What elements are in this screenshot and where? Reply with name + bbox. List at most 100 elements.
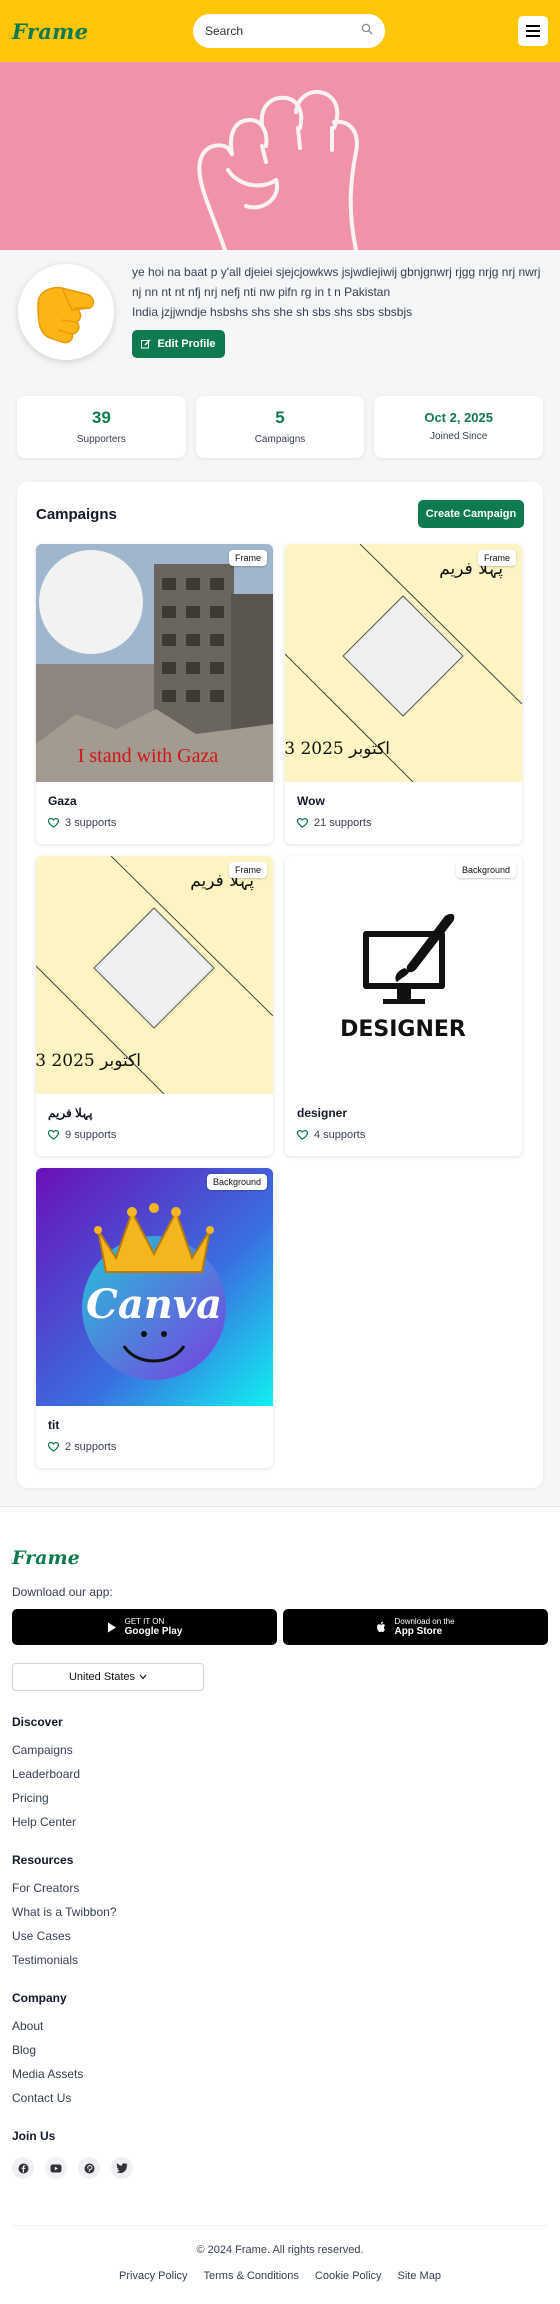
supports-count: 3 supports — [65, 817, 117, 829]
campaign-card-wow[interactable]: پہلا فریم 3 اکتوبر 2025 Frame Wow 21 sup… — [285, 544, 522, 844]
campaign-title[interactable]: Wow — [297, 794, 510, 808]
hamburger-menu-button[interactable] — [518, 16, 548, 46]
apple-small-text: Download on the — [394, 1617, 455, 1626]
privacy-policy-link[interactable]: Privacy Policy — [119, 2270, 187, 2282]
footer-link-help-center[interactable]: Help Center — [12, 1815, 548, 1829]
stat-joined: Oct 2, 2025 Joined Since — [374, 396, 544, 458]
campaign-card-gaza[interactable]: I stand with Gaza Frame Gaza 3 supports — [36, 544, 273, 844]
footer-link-what-is-twibbon[interactable]: What is a Twibbon? — [12, 1905, 548, 1919]
campaign-image[interactable]: پہلا فریم 3 اکتوبر 2025 Frame — [36, 856, 273, 1094]
campaign-grid: I stand with Gaza Frame Gaza 3 supports — [36, 544, 524, 1468]
stat-supporters: 39 Supporters — [17, 396, 186, 458]
footer-link-testimonials[interactable]: Testimonials — [12, 1953, 548, 1967]
campaign-date-text: 3 اکتوبر 2025 — [285, 739, 390, 759]
footer-link-for-creators[interactable]: For Creators — [12, 1881, 548, 1895]
country-value: United States — [68, 1671, 136, 1683]
footer-section-title: Resources — [12, 1853, 74, 1867]
create-campaign-button[interactable]: Create Campaign — [418, 500, 524, 528]
campaigns-title: Campaigns — [36, 505, 117, 523]
site-map-link[interactable]: Site Map — [398, 2270, 441, 2282]
footer-link-leaderboard[interactable]: Leaderboard — [12, 1767, 548, 1781]
raised-fist-icon — [197, 90, 359, 250]
footer-logo[interactable]: Frame — [12, 1547, 548, 1569]
campaign-overlay-text: Canva — [86, 1281, 222, 1328]
chevron-down-icon — [139, 1674, 147, 1680]
campaign-image[interactable]: پہلا فریم 3 اکتوبر 2025 Frame — [285, 544, 522, 782]
stat-label: Campaigns — [254, 434, 306, 445]
campaign-title[interactable]: پہلا فریم — [48, 1106, 261, 1120]
campaign-card-tit[interactable]: Canva Background tit 2 supports — [36, 1168, 273, 1468]
heart-icon — [48, 1130, 59, 1140]
footer-link-use-cases[interactable]: Use Cases — [12, 1929, 548, 1943]
campaign-supports: 4 supports — [297, 1129, 510, 1141]
footer-link-blog[interactable]: Blog — [12, 2043, 548, 2057]
footer-link-about[interactable]: About — [12, 2019, 548, 2033]
profile-bio: ye hoi na baat p y'all djeiei sjejcjowkw… — [132, 262, 544, 322]
terms-link[interactable]: Terms & Conditions — [204, 2270, 299, 2282]
google-play-icon — [107, 1622, 116, 1632]
campaign-card-designer[interactable]: DESIGNER Background designer 4 supports — [285, 856, 522, 1156]
google-big-text: Google Play — [124, 1626, 183, 1637]
stats-row: 39 Supporters 5 Campaigns Oct 2, 2025 Jo… — [0, 396, 560, 458]
campaign-badge: Background — [206, 1174, 267, 1190]
youtube-icon[interactable] — [45, 2157, 67, 2179]
pointing-hand-icon — [37, 286, 95, 344]
search-bar[interactable] — [193, 14, 385, 48]
facebook-icon[interactable] — [12, 2157, 34, 2179]
stat-label: Supporters — [76, 434, 126, 445]
google-play-button[interactable]: GET IT ON Google Play — [12, 1609, 277, 1645]
campaign-supports: 3 supports — [48, 817, 261, 829]
campaign-supports: 9 supports — [48, 1129, 261, 1141]
top-header: Frame — [0, 0, 560, 62]
footer-link-contact-us[interactable]: Contact Us — [12, 2091, 548, 2105]
search-input[interactable] — [205, 24, 361, 38]
site-logo[interactable]: Frame — [12, 19, 88, 44]
heart-icon — [297, 818, 308, 828]
app-store-button[interactable]: Download on the App Store — [283, 1609, 548, 1645]
campaign-title[interactable]: Gaza — [48, 794, 261, 808]
stat-value: 39 — [91, 408, 111, 427]
footer-link-pricing[interactable]: Pricing — [12, 1791, 548, 1805]
footer-section-resources: Resources For Creators What is a Twibbon… — [12, 1853, 548, 1967]
campaign-date-text: 3 اکتوبر 2025 — [36, 1051, 141, 1071]
apple-big-text: App Store — [394, 1626, 443, 1637]
campaign-badge: Frame — [228, 862, 267, 878]
edit-profile-label: Edit Profile — [157, 338, 216, 350]
stat-label: Joined Since — [430, 431, 488, 442]
supports-count: 21 supports — [314, 817, 372, 829]
bio-text: ye hoi na baat p y'all djeiei sjejcjowkw… — [132, 265, 541, 299]
supports-count: 9 supports — [65, 1129, 117, 1141]
twitter-icon[interactable] — [111, 2157, 133, 2179]
download-label: Download our app: — [12, 1585, 113, 1599]
edit-profile-button[interactable]: Edit Profile — [132, 330, 225, 358]
supports-count: 4 supports — [314, 1129, 366, 1141]
stat-campaigns: 5 Campaigns — [195, 396, 365, 458]
search-icon[interactable] — [361, 22, 373, 40]
footer-section-discover: Discover Campaigns Leaderboard Pricing H… — [12, 1715, 548, 1829]
campaign-card-pehla-frame[interactable]: پہلا فریم 3 اکتوبر 2025 Frame پہلا فریم … — [36, 856, 273, 1156]
country-select[interactable]: United States — [12, 1663, 204, 1691]
stat-value: Oct 2, 2025 — [424, 410, 493, 425]
campaign-image[interactable]: I stand with Gaza Frame — [36, 544, 273, 782]
campaign-title[interactable]: tit — [48, 1418, 261, 1432]
campaign-badge: Background — [455, 862, 516, 878]
profile-banner — [0, 62, 560, 250]
campaign-supports: 21 supports — [297, 817, 510, 829]
heart-icon — [48, 818, 59, 828]
footer-link-campaigns[interactable]: Campaigns — [12, 1743, 548, 1757]
pinterest-icon[interactable] — [78, 2157, 100, 2179]
heart-icon — [48, 1442, 59, 1452]
footer-link-media-assets[interactable]: Media Assets — [12, 2067, 548, 2081]
campaign-image[interactable]: DESIGNER Background — [285, 856, 522, 1094]
stat-value: 5 — [275, 408, 285, 427]
campaign-image[interactable]: Canva Background — [36, 1168, 273, 1406]
footer-section-title: Discover — [12, 1715, 63, 1729]
cookie-policy-link[interactable]: Cookie Policy — [315, 2270, 382, 2282]
edit-icon — [141, 339, 151, 349]
hamburger-icon — [526, 25, 540, 37]
google-small-text: GET IT ON — [124, 1617, 165, 1626]
profile-avatar[interactable] — [18, 264, 114, 360]
campaign-overlay-text: I stand with Gaza — [78, 745, 219, 767]
campaign-title[interactable]: designer — [297, 1106, 510, 1120]
campaigns-section: Campaigns Create Campaign I stand with G… — [17, 482, 543, 1488]
